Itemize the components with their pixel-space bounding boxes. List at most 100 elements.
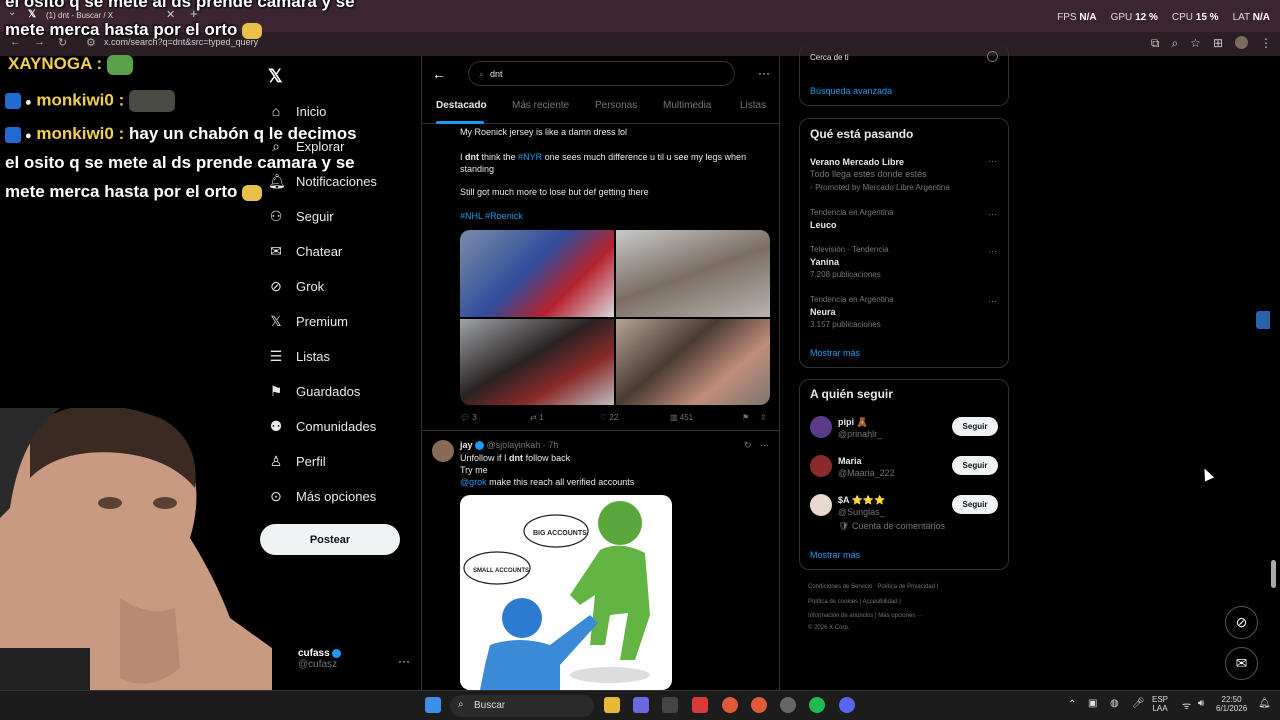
app-icon[interactable]	[780, 697, 796, 713]
avatar[interactable]	[810, 416, 832, 438]
sidebar-item-guardados[interactable]: ⚑ Guardados	[268, 381, 361, 401]
search-input[interactable]: ⌕ dnt	[468, 61, 735, 86]
footer-link[interactable]: Política de cookies	[808, 599, 858, 605]
footer-link[interactable]: Política de Privacidad	[877, 584, 935, 590]
discord-icon[interactable]	[839, 697, 855, 713]
repost-action[interactable]: ⇄ 1	[530, 413, 543, 422]
sidebar-item-notificaciones[interactable]: 🔔︎ Notificaciones	[268, 171, 377, 191]
wps-icon[interactable]	[692, 697, 708, 713]
sidebar-item-perfil[interactable]: ♙ Perfil	[268, 451, 326, 471]
avatar[interactable]	[432, 440, 454, 462]
account-switcher[interactable]: cufass @cufasz	[298, 648, 342, 670]
windows-start-icon[interactable]	[425, 697, 441, 713]
media-image-1[interactable]	[460, 230, 614, 317]
reply-action[interactable]: 💬︎ 3	[460, 413, 477, 422]
notification-bell-icon[interactable]: 🔔︎	[1258, 698, 1271, 709]
like-action[interactable]: ♡ 22	[600, 413, 618, 422]
trend-more-icon[interactable]: ···	[988, 246, 997, 256]
messages-fab-icon[interactable]: ✉	[1225, 647, 1258, 680]
chrome-icon[interactable]	[722, 697, 738, 713]
post1-hashtags[interactable]: #NHL #Roenick	[460, 210, 523, 222]
footer-link[interactable]: Condiciones de Servicio	[808, 584, 872, 590]
tab-personas[interactable]: Personas	[595, 100, 637, 111]
trend-more-icon[interactable]: ···	[988, 209, 997, 219]
chat-line-top2: mete merca hasta por el orto	[5, 20, 263, 40]
tab-multimedia[interactable]: Multimedia	[663, 100, 711, 111]
spotify-icon[interactable]	[809, 697, 825, 713]
media-image-3[interactable]	[460, 318, 614, 405]
post-button[interactable]: Postear	[260, 524, 400, 555]
bookmark-icon[interactable]: ⚑	[742, 413, 749, 422]
sidebar-item-premium[interactable]: 𝕏 Premium	[268, 311, 348, 331]
follow-button[interactable]: Seguir	[952, 417, 998, 436]
radio-icon[interactable]	[987, 51, 998, 62]
follow-button[interactable]: Seguir	[952, 495, 998, 514]
post2-media-image[interactable]: BIG ACCOUNTS SMALL ACCOUNTS	[460, 495, 672, 690]
tray-app-icon[interactable]: ▣	[1088, 698, 1097, 709]
share-icon[interactable]: ⇪	[760, 413, 767, 422]
back-arrow-icon[interactable]: ←	[432, 66, 446, 82]
trend-title-0[interactable]: Verano Mercado Libre	[810, 157, 904, 167]
hashtag-nyr[interactable]: #NYR	[518, 152, 542, 162]
tab-listas[interactable]: Listas	[740, 100, 766, 111]
language-indicator[interactable]: ESP LAA	[1152, 695, 1168, 713]
follow-show-more[interactable]: Mostrar más	[810, 550, 860, 560]
taskbar-search[interactable]: ⌕ Buscar	[450, 695, 594, 717]
tab-destacado[interactable]: Destacado	[436, 100, 487, 111]
app-icon[interactable]	[633, 697, 649, 713]
extensions-icon[interactable]: ⊞	[1213, 36, 1223, 51]
sidebar-item-chatear[interactable]: ✉ Chatear	[268, 241, 342, 261]
side-panel-tab[interactable]	[1256, 311, 1270, 329]
footer-link[interactable]: Más opciones ···	[878, 613, 923, 619]
scrollbar[interactable]	[1271, 560, 1276, 588]
views-action[interactable]: ▥ 451	[670, 413, 693, 422]
tray-app-icon[interactable]: ◍	[1110, 698, 1119, 709]
star-icon[interactable]: ☆	[1190, 36, 1201, 51]
microphone-icon[interactable]: 🎤︎	[1132, 698, 1145, 709]
avatar[interactable]	[810, 494, 832, 516]
footer-link[interactable]: Accesibilidad	[863, 599, 898, 605]
trend-title-2[interactable]: Yanina	[810, 257, 839, 267]
media-image-2[interactable]	[616, 230, 770, 317]
profile-avatar-icon[interactable]	[1235, 36, 1248, 49]
follow-name-2[interactable]: $A ⭐⭐⭐	[838, 495, 885, 506]
trend-title-1[interactable]: Leuco	[810, 220, 837, 230]
volume-icon[interactable]: 🔊︎	[1198, 698, 1204, 709]
trends-show-more[interactable]: Mostrar más	[810, 348, 860, 358]
footer-link[interactable]: Información de anuncios	[808, 613, 873, 619]
sidebar-item-grok[interactable]: ⊘ Grok	[268, 276, 324, 296]
mention-grok[interactable]: @grok	[460, 477, 487, 487]
file-explorer-icon[interactable]	[604, 697, 620, 713]
zoom-icon[interactable]: ⌕	[1171, 36, 1178, 51]
store-icon[interactable]	[662, 697, 678, 713]
media-image-4[interactable]	[616, 318, 770, 405]
trend-more-icon[interactable]: ···	[988, 296, 997, 306]
x-logo-icon[interactable]: 𝕏	[268, 66, 283, 87]
advanced-search-link[interactable]: Búsqueda avanzada	[810, 86, 892, 96]
sidebar-item-comunidades[interactable]: ⚉ Comunidades	[268, 416, 377, 436]
post1-media-grid[interactable]	[460, 230, 770, 405]
install-icon[interactable]: ⧉	[1151, 36, 1160, 51]
tab-mas-reciente[interactable]: Más reciente	[512, 100, 569, 111]
sidebar-item-inicio[interactable]: ⌂ Inicio	[268, 101, 327, 121]
menu-dots-icon[interactable]: ⋮	[1260, 36, 1272, 51]
trend-title-3[interactable]: Neura	[810, 307, 836, 317]
follow-name-0[interactable]: pipi 🧸	[838, 417, 868, 428]
sidebar-item-seguir[interactable]: ⚇ Seguir	[268, 206, 334, 226]
chrome-icon[interactable]	[751, 697, 767, 713]
wifi-icon[interactable]: ᯤ	[1182, 698, 1191, 712]
search-more-icon[interactable]: ···	[758, 66, 770, 80]
avatar[interactable]	[810, 455, 832, 477]
grok-explain-icon[interactable]: ↻	[744, 439, 752, 451]
tray-chevron-icon[interactable]: ⌃	[1068, 699, 1076, 710]
sidebar-item-mas-opciones[interactable]: ⊙ Más opciones	[268, 486, 376, 506]
account-more-icon[interactable]: ···	[398, 654, 410, 668]
filter-nearby[interactable]: Cerca de ti	[810, 53, 849, 62]
follow-button[interactable]: Seguir	[952, 456, 998, 475]
clock[interactable]: 22:50 6/1/2026	[1216, 695, 1247, 713]
trend-more-icon[interactable]: ···	[988, 156, 997, 166]
post-more-icon[interactable]: ···	[760, 439, 769, 451]
follow-name-1[interactable]: Maria	[838, 456, 862, 466]
sidebar-item-listas[interactable]: ☰ Listas	[268, 346, 330, 366]
grok-fab-icon[interactable]: ⊘	[1225, 606, 1258, 639]
